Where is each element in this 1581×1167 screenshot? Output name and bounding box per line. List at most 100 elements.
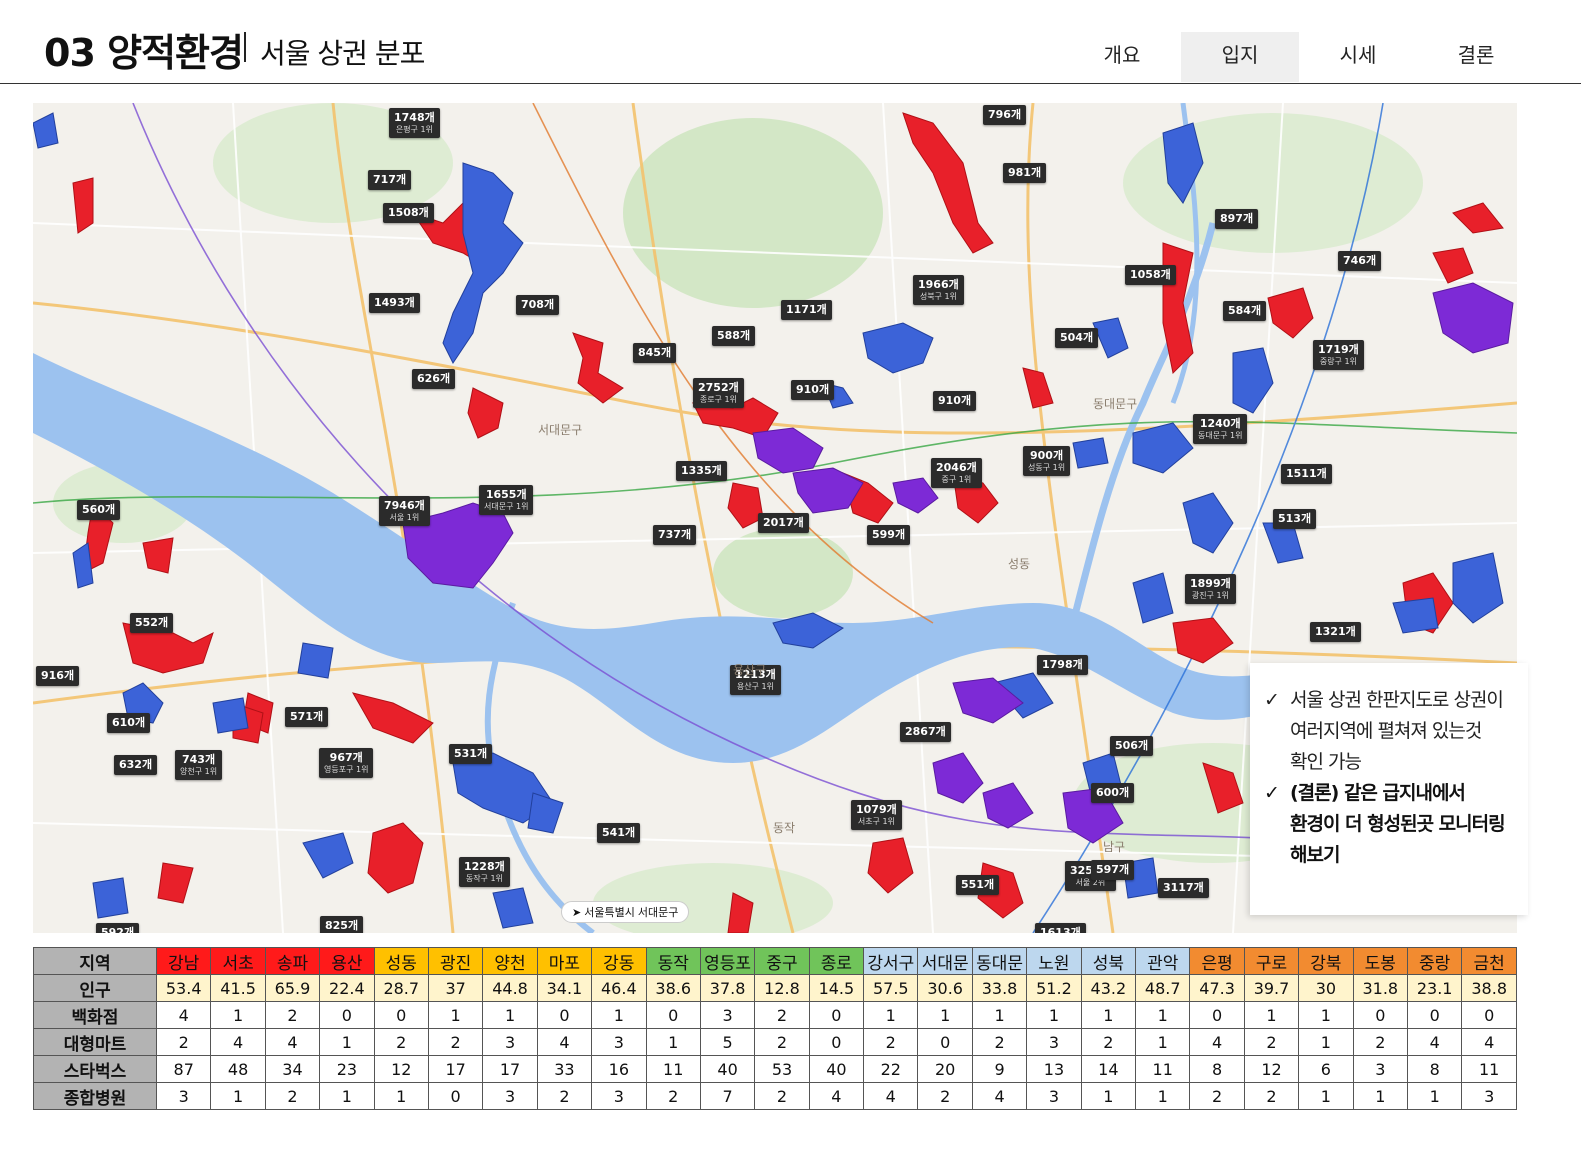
- store-count-label[interactable]: 551개: [956, 875, 1000, 895]
- district-rank-note: 영등포구 1위: [324, 764, 369, 774]
- store-count-label[interactable]: 900개 성동구 1위: [1023, 446, 1071, 476]
- store-count-label[interactable]: 737개: [653, 525, 697, 545]
- zone-red: [1432, 247, 1474, 284]
- table-cell: 20: [917, 1055, 973, 1083]
- store-count-label[interactable]: 506개: [1110, 736, 1154, 756]
- store-count-label[interactable]: 1655개 서대문구 1위: [479, 485, 534, 515]
- store-count-value: 746개: [1343, 254, 1377, 267]
- region-header-cell: 송파: [264, 947, 321, 975]
- store-count-label[interactable]: 1058개: [1125, 265, 1176, 285]
- store-count-label[interactable]: 588개: [712, 326, 756, 346]
- store-count-label[interactable]: 1748개 은평구 1위: [389, 108, 440, 138]
- store-count-label[interactable]: 796개: [983, 105, 1027, 125]
- table-cell: 87: [155, 1055, 212, 1083]
- store-count-label[interactable]: 531개: [449, 744, 493, 764]
- store-count-label[interactable]: 743개 양천구 1위: [175, 750, 223, 780]
- store-count-label[interactable]: 1899개 광진구 1위: [1185, 574, 1236, 604]
- store-count-label[interactable]: 7946개 서울 1위: [379, 496, 430, 526]
- store-count-label[interactable]: 560개: [77, 500, 121, 520]
- store-count-label[interactable]: 610개: [107, 713, 151, 733]
- store-count-value: 531개: [454, 747, 488, 760]
- store-count-value: 1508개: [388, 206, 429, 219]
- table-cell: 8: [1189, 1055, 1245, 1083]
- store-count-label[interactable]: 2017개: [758, 513, 809, 533]
- store-count-label[interactable]: 552개: [130, 613, 174, 633]
- table-row: 지역 강남 서초 송파 용산 성동 광진 양천 마포 강동 동작 영등포 중구 종로 강서구 서대문 동대문 노원…: [33, 947, 1517, 975]
- store-count-label[interactable]: 845개: [633, 343, 677, 363]
- store-count-label[interactable]: 2046개 중구 1위: [931, 458, 982, 488]
- store-count-label[interactable]: 910개: [791, 380, 835, 400]
- store-count-label[interactable]: 1171개: [781, 300, 832, 320]
- store-count-label[interactable]: 1079개 서초구 1위: [851, 800, 902, 830]
- page-title: 03 양적환경: [44, 31, 244, 75]
- store-count-label[interactable]: 910개: [933, 391, 977, 411]
- table-cell: 33: [536, 1055, 593, 1083]
- store-count-label[interactable]: 746개: [1338, 251, 1382, 271]
- section-tabs: 개요 입지 시세 결론: [1063, 32, 1535, 82]
- region-header-cell: 강동: [591, 947, 647, 975]
- store-count-value: 599개: [872, 528, 906, 541]
- store-count-label[interactable]: 632개: [114, 755, 158, 775]
- table-cell: 38.8: [1461, 974, 1517, 1002]
- store-count-value: 1335개: [681, 464, 722, 477]
- region-header-cell: 중랑: [1406, 947, 1463, 975]
- store-count-label[interactable]: 897개: [1215, 209, 1259, 229]
- store-count-label[interactable]: 916개: [36, 666, 80, 686]
- row-header: 인구: [33, 974, 157, 1002]
- store-count-label[interactable]: 3117개: [1158, 878, 1209, 898]
- store-count-label[interactable]: 1508개: [383, 203, 434, 223]
- table-cell: 22: [863, 1055, 919, 1083]
- zone-blue: [33, 112, 59, 149]
- district-rank-note: 종로구 1위: [699, 394, 737, 404]
- tab-location[interactable]: 입지: [1181, 32, 1299, 82]
- table-cell: 40: [808, 1055, 865, 1083]
- table-cell: 4: [971, 1082, 1028, 1110]
- table-cell: 2: [1189, 1082, 1245, 1110]
- store-count-label[interactable]: 1511개: [1281, 464, 1332, 484]
- table-cell: 4: [863, 1082, 919, 1110]
- insight-callout: ✓ 서울 상권 한판지도로 상권이 여러지역에 펼쳐져 있는것 확인 가능 ✓ (결…: [1250, 663, 1528, 915]
- store-count-label[interactable]: 1966개 성북구 1위: [913, 275, 964, 305]
- store-count-label[interactable]: 1719개 중랑구 1위: [1313, 340, 1364, 370]
- store-count-label[interactable]: 513개: [1273, 509, 1317, 529]
- table-cell: 0: [1406, 1001, 1463, 1029]
- store-count-label[interactable]: 981개: [1003, 163, 1047, 183]
- district-rank-note: 중구 1위: [941, 474, 972, 484]
- table-cell: 1: [1135, 1082, 1191, 1110]
- store-count-label[interactable]: 599개: [867, 525, 911, 545]
- table-cell: 0: [808, 1001, 865, 1029]
- store-count-label[interactable]: 571개: [285, 707, 329, 727]
- table-cell: 4: [536, 1028, 593, 1056]
- table-cell: 1: [1080, 1001, 1137, 1029]
- store-count-label[interactable]: 1335개: [676, 461, 727, 481]
- store-count-label[interactable]: 1798개: [1037, 655, 1088, 675]
- tab-overview[interactable]: 개요: [1063, 32, 1181, 82]
- tab-conclusion[interactable]: 결론: [1417, 32, 1535, 82]
- store-count-label[interactable]: 1321개: [1310, 622, 1361, 642]
- store-count-label[interactable]: 592개: [96, 923, 140, 933]
- store-count-label[interactable]: 541개: [597, 823, 641, 843]
- store-count-label[interactable]: 1228개 동작구 1위: [459, 857, 510, 887]
- store-count-label[interactable]: 504개: [1055, 328, 1099, 348]
- store-count-label[interactable]: 597개: [1091, 860, 1135, 880]
- store-count-value: 737개: [658, 528, 692, 541]
- table-cell: 9: [971, 1055, 1028, 1083]
- store-count-label[interactable]: 717개: [368, 170, 412, 190]
- store-count-label[interactable]: 2752개 종로구 1위: [693, 378, 744, 408]
- store-count-label[interactable]: 1240개 동대문구 1위: [1193, 414, 1248, 444]
- store-count-label[interactable]: 600개: [1091, 783, 1135, 803]
- store-count-label[interactable]: 626개: [412, 369, 456, 389]
- store-count-label[interactable]: 825개: [320, 916, 364, 933]
- store-count-label[interactable]: 2867개: [900, 722, 951, 742]
- store-count-value: 1058개: [1130, 268, 1171, 281]
- store-count-label[interactable]: 584개: [1223, 301, 1267, 321]
- row-header: 스타벅스: [33, 1055, 157, 1083]
- location-chip[interactable]: ➤ 서울특별시 서대문구: [561, 901, 690, 923]
- store-count-label[interactable]: 967개 영등포구 1위: [319, 748, 374, 778]
- tab-price[interactable]: 시세: [1299, 32, 1417, 82]
- store-count-label[interactable]: 1493개: [369, 293, 420, 313]
- store-count-label[interactable]: 708개: [516, 295, 560, 315]
- store-count-label[interactable]: 1613개: [1035, 923, 1086, 933]
- region-header-cell: 관악: [1135, 947, 1191, 975]
- store-count-value: 3117개: [1163, 881, 1204, 894]
